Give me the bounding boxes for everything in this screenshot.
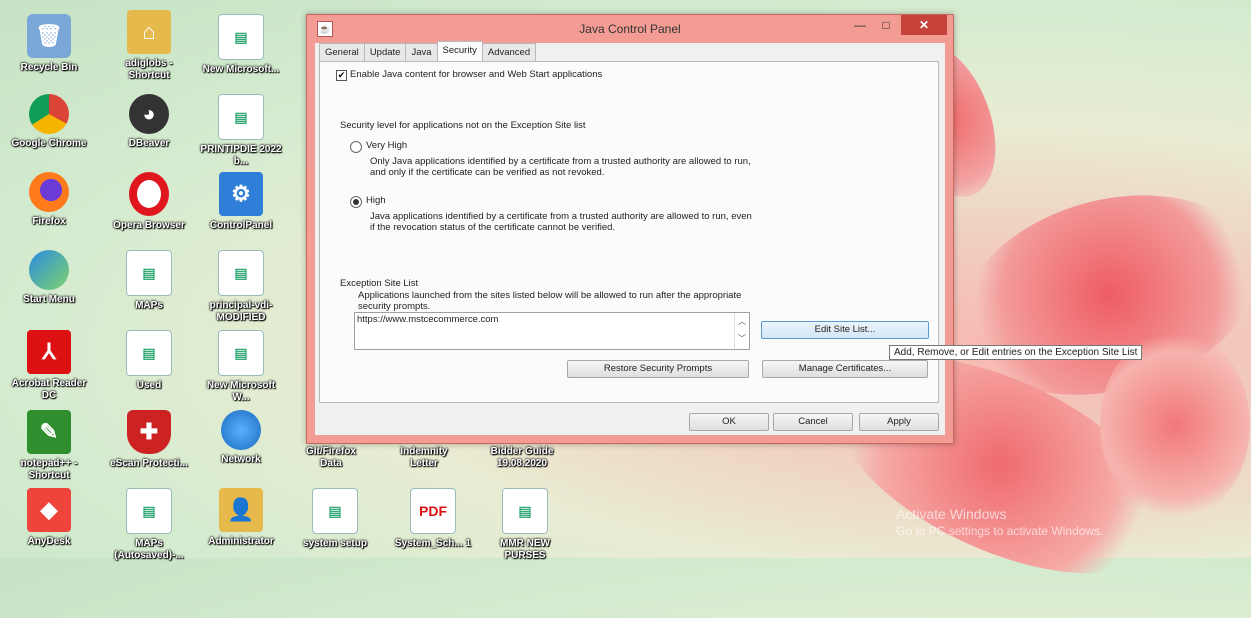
opera-icon [129,172,169,216]
desktop-icon-dbeaver[interactable]: ◕ DBeaver [106,94,192,150]
enable-java-checkbox[interactable]: ✔ [336,70,347,81]
desktop-icon-adiglobs[interactable]: ⌂ adiglobs - Shortcut [106,10,192,82]
firefox-icon [29,172,69,212]
desktop-icon-firefox[interactable]: Firefox [6,172,92,228]
activate-windows-title: Activate Windows [896,506,1007,522]
tab-bar: General Update Java Security Advanced [319,41,537,61]
minimize-button[interactable]: — [847,15,873,35]
apply-button[interactable]: Apply [859,413,939,431]
tab-java[interactable]: Java [405,43,438,61]
document-icon: ▤ [126,488,172,534]
document-icon: ▤ [312,488,358,534]
desktop-icon-maps-autosaved[interactable]: ▤ MAPs (Autosaved)-... [106,488,192,562]
desktop-icon-anydesk[interactable]: ◆ AnyDesk [6,488,92,548]
tab-security[interactable]: Security [436,41,483,61]
desktop-icon-new-microsoft-w[interactable]: ▤ New Microsoft W... [198,330,284,404]
desktop-icon-bidder-guide[interactable]: Bidder Guide 19.08.2020 [480,446,564,470]
chrome-icon [29,94,69,134]
enable-java-label: Enable Java content for browser and Web … [350,69,603,80]
desktop-icon-principal-vdi[interactable]: ▤ principal-vdi- MODIFIED [198,250,284,324]
desktop-icon-google-chrome[interactable]: Google Chrome [6,94,92,150]
document-icon: ▤ [502,488,548,534]
shield-icon: ✚ [127,410,171,454]
folder-icon: 👤 [219,488,263,532]
desktop-icon-acrobat[interactable]: ⅄ Acrobat Reader DC [6,330,92,402]
tab-advanced[interactable]: Advanced [481,43,537,61]
maximize-button[interactable]: □ [873,15,899,35]
pdf-icon: PDF [410,488,456,534]
desktop-icon-network[interactable]: Network [198,410,284,466]
window-client: General Update Java Security Advanced ✔ … [315,41,945,435]
anydesk-icon: ◆ [27,488,71,532]
desktop-icon-system-sch[interactable]: PDF System_Sch... 1 [390,488,476,550]
desktop-icon-administrator[interactable]: 👤 Administrator [198,488,284,548]
dbeaver-icon: ◕ [129,94,169,134]
tab-general[interactable]: General [319,43,365,61]
high-description-2: if the revocation status of the certific… [370,222,616,233]
desktop-icon-notepad[interactable]: ✎ notepad++ - Shortcut [6,410,92,482]
scroll-up-icon[interactable]: ︿ [735,316,749,327]
desktop-icon-used[interactable]: ▤ Used [106,330,192,392]
site-list-item[interactable]: https://www.mstcecommerce.com [357,314,498,326]
shortcut-icon: ⌂ [127,10,171,54]
document-icon: ▤ [126,330,172,376]
manage-certificates-button[interactable]: Manage Certificates... [762,360,928,378]
scroll-down-icon[interactable]: ﹀ [735,333,749,344]
high-radio[interactable] [350,196,362,208]
exception-site-listbox[interactable]: https://www.mstcecommerce.com ︿ ﹀ [354,312,750,350]
edit-site-list-tooltip: Add, Remove, or Edit entries on the Exce… [889,345,1143,360]
java-control-panel-window: ☕ Java Control Panel — □ ✕ General Updat… [306,14,954,444]
document-icon: ▤ [126,250,172,296]
activate-windows-subtitle: Go to PC settings to activate Windows. [896,524,1104,538]
high-label: High [366,195,386,206]
title-bar[interactable]: ☕ Java Control Panel — □ ✕ [307,15,953,43]
desktop-icon-indemnity[interactable]: Indemnity Letter [386,446,462,470]
document-icon: ▤ [218,250,264,296]
document-icon: ▤ [218,14,264,60]
site-list-scrollbar[interactable]: ︿ ﹀ [734,313,749,349]
ok-button[interactable]: OK [689,413,769,431]
desktop-icon-maps[interactable]: ▤ MAPs [106,250,192,312]
desktop-icon-control-panel[interactable]: ⚙ ControlPanel [198,172,284,232]
notepad-icon: ✎ [27,410,71,454]
tab-update[interactable]: Update [363,43,407,61]
document-icon: ▤ [218,94,264,140]
recycle-bin-icon: 🗑 [27,14,71,58]
desktop-icon-printipdie[interactable]: ▤ PRINTIPDIE 2022 b... [198,94,284,168]
security-panel: ✔ Enable Java content for browser and We… [319,61,939,403]
cancel-button[interactable]: Cancel [773,413,853,431]
desktop-icon-git-firefox[interactable]: GIt/Firefox Data [296,446,366,470]
desktop-icon-system-setup[interactable]: ▤ system setup [292,488,378,550]
edit-site-list-button[interactable]: Edit Site List... [761,321,929,339]
acrobat-icon: ⅄ [27,330,71,374]
desktop-icon-escan[interactable]: ✚ eScan Protecti... [106,410,192,470]
very-high-label: Very High [366,140,408,151]
close-button[interactable]: ✕ [901,15,947,35]
restore-security-prompts-button[interactable]: Restore Security Prompts [567,360,749,378]
desktop-icon-start-menu[interactable]: Start Menu [6,250,92,306]
desktop-icon-opera[interactable]: Opera Browser [106,172,192,232]
very-high-radio[interactable] [350,141,362,153]
security-level-label: Security level for applications not on t… [340,120,586,131]
control-panel-icon: ⚙ [219,172,263,216]
desktop-icon-new-microsoft[interactable]: ▤ New Microsoft... [198,14,284,76]
windows-icon [29,250,69,290]
document-icon: ▤ [218,330,264,376]
exception-site-list-title: Exception Site List [340,278,419,289]
desktop-icon-recycle-bin[interactable]: 🗑 Recycle Bin [6,14,92,74]
very-high-description-2: and only if the certificate can be verif… [370,167,605,178]
desktop-icon-mmr-new[interactable]: ▤ MMR NEW PURSES [482,488,568,562]
network-icon [221,410,261,450]
